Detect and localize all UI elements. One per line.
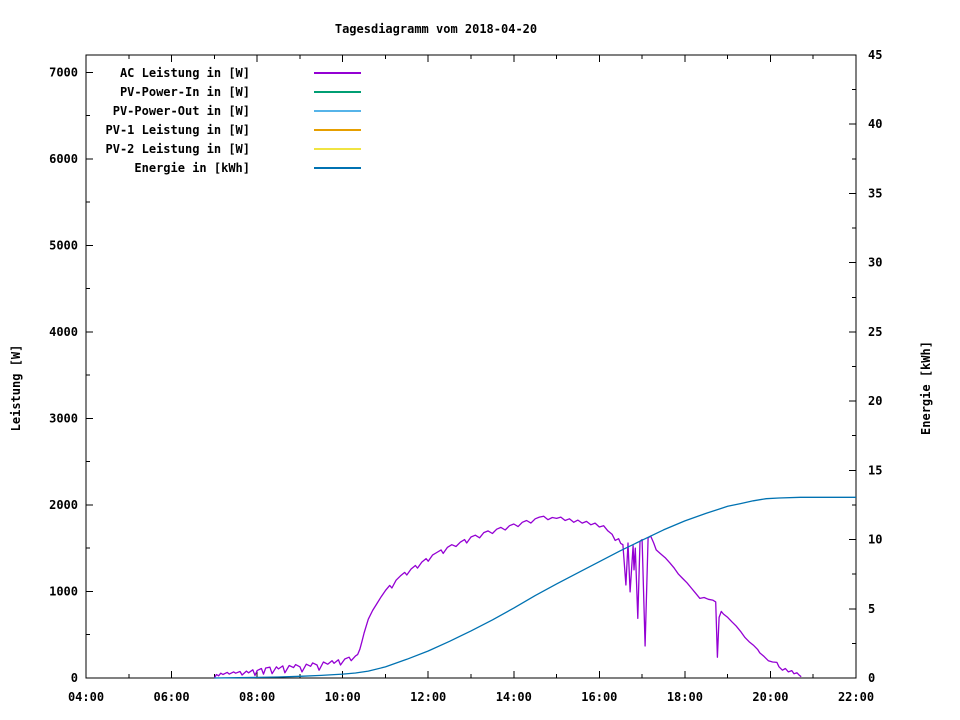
series-ac-leistung-in-w- [213, 515, 802, 679]
y-left-tick-label: 5000 [49, 238, 78, 252]
legend-line-sample [314, 128, 361, 131]
y-right-tick-label: 0 [868, 671, 875, 685]
x-tick-label: 04:00 [68, 690, 104, 704]
x-tick-label: 10:00 [325, 690, 361, 704]
y-left-tick-label: 4000 [49, 325, 78, 339]
x-tick-label: 20:00 [752, 690, 788, 704]
legend-label: PV-Power-In in [W] [119, 84, 250, 99]
y-right-tick-label: 20 [868, 394, 882, 408]
legend-label: PV-Power-Out in [W] [112, 103, 250, 118]
y-right-tick-label: 30 [868, 256, 882, 270]
legend-row: AC Leistung in [W] [0, 63, 361, 82]
legend-line-sample [314, 166, 361, 169]
legend-row: PV-Power-Out in [W] [0, 101, 361, 120]
legend-label: Energie in [kWh] [134, 160, 250, 175]
y-left-tick-label: 0 [71, 671, 78, 685]
y-left-tick-label: 1000 [49, 584, 78, 598]
y-right-tick-label: 40 [868, 117, 882, 131]
legend-row: PV-1 Leistung in [W] [0, 120, 361, 139]
x-tick-label: 12:00 [410, 690, 446, 704]
legend-line-sample [314, 90, 361, 93]
y-right-tick-label: 15 [868, 463, 882, 477]
x-tick-label: 18:00 [667, 690, 703, 704]
x-tick-label: 08:00 [239, 690, 275, 704]
y-right-tick-label: 45 [868, 48, 882, 62]
legend-line-sample [314, 147, 361, 150]
legend-row: PV-2 Leistung in [W] [0, 139, 361, 158]
x-tick-label: 22:00 [838, 690, 874, 704]
legend-line-sample [314, 109, 361, 112]
x-tick-label: 16:00 [581, 690, 617, 704]
series-energie-in-kwh- [214, 496, 856, 679]
legend-row: Energie in [kWh] [0, 158, 361, 177]
y-left-tick-label: 2000 [49, 498, 78, 512]
y-right-tick-label: 35 [868, 186, 882, 200]
y-left-tick-label: 3000 [49, 411, 78, 425]
x-tick-label: 14:00 [496, 690, 532, 704]
x-tick-label: 06:00 [153, 690, 189, 704]
legend-label: PV-1 Leistung in [W] [105, 122, 251, 137]
legend-label: AC Leistung in [W] [119, 65, 250, 80]
tagesdiagramm-chart: Tagesdiagramm vom 2018-04-20 Leistung [W… [0, 0, 960, 720]
legend: AC Leistung in [W] PV-Power-In in [W] PV-P… [0, 63, 361, 177]
legend-label: PV-2 Leistung in [W] [105, 141, 251, 156]
legend-line-sample [314, 71, 361, 74]
y-right-tick-label: 10 [868, 533, 882, 547]
legend-row: PV-Power-In in [W] [0, 82, 361, 101]
y-right-tick-label: 25 [868, 325, 882, 339]
y-right-tick-label: 5 [868, 602, 875, 616]
